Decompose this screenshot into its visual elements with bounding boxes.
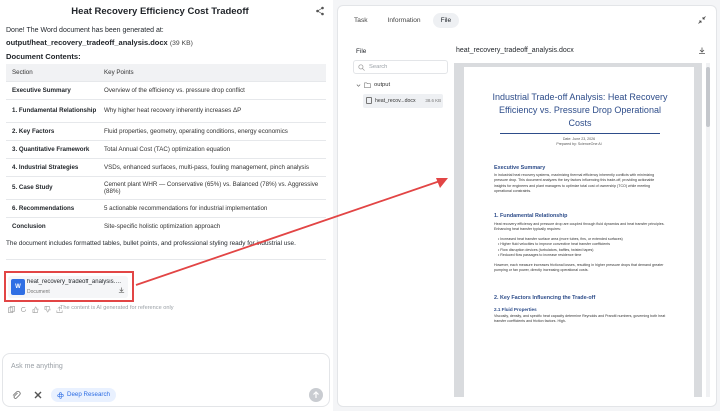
download-icon[interactable] xyxy=(698,47,706,55)
table-cell-points: Total Annual Cost (TAC) optimization equ… xyxy=(98,139,326,158)
folder-output[interactable]: output xyxy=(356,82,390,88)
table-cell-section: 6. Recommendations xyxy=(6,198,98,217)
doc-prepared-by: Prepared by: ScienceOne AI xyxy=(556,142,602,146)
table-row: 2. Key Factors Fluid properties, geometr… xyxy=(6,121,326,140)
divider xyxy=(6,259,326,260)
table-cell-points: Overview of the efficiency vs. pressure … xyxy=(98,80,326,99)
table-cell-points: Site-specific holistic optimization appr… xyxy=(98,216,326,235)
scrollbar-thumb[interactable] xyxy=(706,67,710,127)
output-path-text: output/heat_recovery_tradeoff_analysis.d… xyxy=(6,38,168,47)
table-row: Executive Summary Overview of the effici… xyxy=(6,80,326,99)
table-row: 5. Case Study Cement plant WHR — Conserv… xyxy=(6,175,326,199)
chat-input-box[interactable]: Ask me anything Deep Research xyxy=(2,353,330,407)
table-cell-points: VSDs, enhanced surfaces, multi-pass, fou… xyxy=(98,157,326,176)
doc-paragraph-sec1: Heat recovery efficiency and pressure dr… xyxy=(494,222,665,232)
table-cell-section: 2. Key Factors xyxy=(6,121,98,140)
viewer-title: heat_recovery_tradeoff_analysis.docx xyxy=(456,47,574,54)
collapse-icon[interactable] xyxy=(698,16,706,24)
document-viewer: heat_recovery_tradeoff_analysis.docx Ind… xyxy=(450,41,712,401)
file-icon xyxy=(366,97,372,104)
doc-date: Date: June 23, 2026 xyxy=(562,137,596,141)
table-cell-section: Executive Summary xyxy=(6,80,98,99)
tree-file-item[interactable]: heat_recov...docx 38.6 KB xyxy=(363,94,443,108)
table-cell-points: 5 actionable recommendations for industr… xyxy=(98,198,326,217)
chat-panel: Heat Recovery Efficiency Cost Tradeoff D… xyxy=(0,0,333,411)
chat-input-placeholder[interactable]: Ask me anything xyxy=(11,363,63,370)
ai-disclaimer: The content is AI generated for referenc… xyxy=(60,305,174,311)
tab-task[interactable]: Task xyxy=(346,13,376,28)
table-row: Conclusion Site-specific holistic optimi… xyxy=(6,216,326,235)
folder-icon xyxy=(364,82,371,88)
thumbs-down-icon[interactable] xyxy=(44,305,51,313)
done-message: Done! The Word document has been generat… xyxy=(6,27,164,34)
chevron-down-icon xyxy=(356,83,361,87)
doc-heading-sec21: 2.1 Fluid Properties xyxy=(494,307,537,312)
document-canvas[interactable]: Industrial Trade-off Analysis: Heat Reco… xyxy=(454,63,702,397)
table-header-row: Section Key Points xyxy=(6,64,326,81)
search-icon xyxy=(358,64,365,71)
table-cell-section: 4. Industrial Strategies xyxy=(6,157,98,176)
table-cell-points: Why higher heat recovery inherently incr… xyxy=(98,98,326,122)
arrow-up-icon xyxy=(313,391,319,398)
doc-bullet-list: Increased heat transfer surface area (mo… xyxy=(498,237,668,259)
folder-name: output xyxy=(374,82,391,88)
table-cell-section: 3. Quantitative Framework xyxy=(6,139,98,158)
share-icon[interactable] xyxy=(315,6,325,16)
viewer-scrollbar[interactable] xyxy=(706,63,710,397)
doc-paragraph-sec1-after: However, each measure increases friction… xyxy=(494,263,664,273)
doc-heading-sec1: 1. Fundamental Relationship xyxy=(494,213,568,219)
table-row: 1. Fundamental Relationship Why higher h… xyxy=(6,98,326,122)
table-cell-points: Fluid properties, geometry, operating co… xyxy=(98,121,326,140)
file-panel: Task Information File File Search output… xyxy=(337,5,717,407)
doc-title-rule xyxy=(500,133,660,134)
doc-title: Industrial Trade-off Analysis: Heat Reco… xyxy=(492,92,668,128)
paperclip-icon[interactable] xyxy=(11,390,21,400)
deep-research-button[interactable]: Deep Research xyxy=(51,388,116,402)
regenerate-icon[interactable] xyxy=(20,306,27,313)
tab-file[interactable]: File xyxy=(432,13,460,28)
table-row: 4. Industrial Strategies VSDs, enhanced … xyxy=(6,157,326,176)
contents-heading: Document Contents: xyxy=(6,52,81,61)
doc-heading-exec: Executive Summary xyxy=(494,165,546,171)
doc-paragraph-sec21: Viscosity, density, and specific heat ca… xyxy=(494,314,666,324)
file-section-label: File xyxy=(356,48,367,55)
tree-file-size: 38.6 KB xyxy=(425,98,441,103)
search-placeholder: Search xyxy=(369,64,388,70)
doc-bullet: Reduced flow passages to increase reside… xyxy=(498,253,668,258)
atom-icon xyxy=(57,391,64,399)
send-button[interactable] xyxy=(309,388,323,402)
table-cell-section: 5. Case Study xyxy=(6,175,98,199)
tools-icon[interactable] xyxy=(33,390,43,400)
document-page: Industrial Trade-off Analysis: Heat Reco… xyxy=(464,67,694,397)
app-root: Heat Recovery Efficiency Cost Tradeoff D… xyxy=(0,0,720,411)
table-header: Section xyxy=(6,64,98,81)
table-cell-points: Cement plant WHR — Conservative (65%) vs… xyxy=(98,175,326,199)
tree-file-name: heat_recov...docx xyxy=(375,98,416,104)
thumbs-up-icon[interactable] xyxy=(32,306,39,313)
output-size: (39 KB) xyxy=(169,40,193,47)
deep-research-label: Deep Research xyxy=(67,391,110,398)
doc-paragraph-exec: In industrial heat recovery systems, max… xyxy=(494,173,655,194)
table-row: 3. Quantitative Framework Total Annual C… xyxy=(6,139,326,158)
table-cell-section: Conclusion xyxy=(6,216,98,235)
highlight-box xyxy=(4,271,134,302)
table-row: 6. Recommendations 5 actionable recommen… xyxy=(6,198,326,217)
chat-title: Heat Recovery Efficiency Cost Tradeoff xyxy=(71,6,249,17)
closing-message: The document includes formatted tables, … xyxy=(6,240,296,247)
copy-icon[interactable] xyxy=(8,305,15,313)
contents-table: Section Key Points Executive Summary Ove… xyxy=(6,64,326,235)
table-cell-section: 1. Fundamental Relationship xyxy=(6,98,98,122)
doc-heading-sec2: 2. Key Factors Influencing the Trade-off xyxy=(494,295,596,301)
file-search-input[interactable]: Search xyxy=(353,60,448,74)
tab-information[interactable]: Information xyxy=(380,13,429,28)
table-header: Key Points xyxy=(98,64,326,81)
message-actions xyxy=(8,305,63,313)
output-path: output/heat_recovery_tradeoff_analysis.d… xyxy=(6,38,193,47)
panel-tabs: Task Information File xyxy=(346,13,460,28)
